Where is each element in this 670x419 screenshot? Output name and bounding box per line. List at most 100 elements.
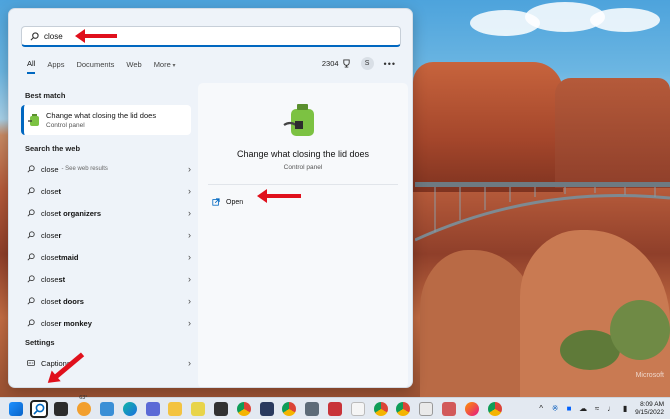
- web-result-prefix: close: [41, 208, 59, 218]
- web-result-completion: st: [58, 274, 66, 284]
- web-result-completion: t organizers: [58, 208, 102, 218]
- annotation-arrow-search: [75, 29, 117, 43]
- search-panel: All Apps Documents Web More 2304 S ••• B…: [8, 8, 413, 388]
- chrome-app-icon-2[interactable]: [396, 401, 411, 416]
- edge-browser-icon[interactable]: [122, 401, 137, 416]
- volume-icon[interactable]: ♩: [607, 405, 615, 413]
- search-icon: [27, 253, 35, 261]
- chevron-up-icon[interactable]: ^: [537, 405, 545, 413]
- store-icon[interactable]: [145, 401, 160, 416]
- chrome-browser-icon[interactable]: [236, 401, 251, 416]
- best-match-result[interactable]: Change what closing the lid does Control…: [21, 105, 191, 135]
- taskbar-search-icon[interactable]: [29, 399, 48, 418]
- chevron-right-icon: ›: [188, 358, 191, 368]
- battery-plug-large-icon: [283, 104, 314, 136]
- results-list: Best match Change what closing the lid d…: [21, 87, 201, 374]
- bluetooth-icon[interactable]: ※: [551, 405, 559, 413]
- calculator-icon[interactable]: [305, 401, 320, 416]
- more-options-icon[interactable]: •••: [384, 59, 396, 69]
- rewards-points[interactable]: 2304: [322, 59, 351, 68]
- snipping-tool-icon[interactable]: [419, 401, 434, 416]
- windows-start-icon[interactable]: [8, 401, 23, 416]
- tab-apps[interactable]: Apps: [47, 60, 64, 73]
- web-result-text: closer: [41, 231, 61, 240]
- chrome-app-icon-3[interactable]: [487, 401, 502, 416]
- search-icon: [27, 275, 35, 283]
- photos-app-icon[interactable]: [99, 401, 114, 416]
- detail-pane: Change what closing the lid does Control…: [198, 83, 408, 387]
- web-result-text: closer monkey: [41, 319, 92, 328]
- captions-icon: [27, 360, 35, 366]
- app-icon-dark[interactable]: [213, 401, 228, 416]
- bridge-graphic: [415, 182, 670, 242]
- best-match-heading: Best match: [25, 91, 66, 100]
- web-result-completion: t: [58, 186, 62, 196]
- chevron-right-icon: ›: [188, 164, 191, 174]
- onedrive-icon[interactable]: ☁: [579, 405, 587, 413]
- best-match-subtitle: Control panel: [46, 122, 85, 129]
- annotation-arrow-open: [257, 189, 301, 203]
- clock[interactable]: 8:09 AM 9/15/2022: [635, 401, 664, 417]
- chrome-app-icon[interactable]: [373, 401, 388, 416]
- web-result-text: closet doors: [41, 297, 84, 306]
- clock-date: 9/15/2022: [635, 409, 664, 416]
- detail-title: Change what closing the lid does: [236, 149, 370, 159]
- web-result-completion: r: [58, 230, 62, 240]
- firefox-icon[interactable]: [464, 401, 479, 416]
- web-result-item[interactable]: closet doors ›: [21, 290, 193, 312]
- web-result-item[interactable]: closet organizers ›: [21, 202, 193, 224]
- wifi-icon[interactable]: ≈: [593, 405, 601, 413]
- tab-documents[interactable]: Documents: [76, 60, 114, 73]
- weather-icon[interactable]: 63°: [77, 395, 92, 416]
- chrome-profile-icon[interactable]: [282, 401, 297, 416]
- search-icon: [27, 231, 35, 239]
- web-result-item[interactable]: closet ›: [21, 180, 193, 202]
- web-result-item[interactable]: closest ›: [21, 268, 193, 290]
- web-result-prefix: close: [41, 318, 59, 328]
- settings-heading: Settings: [25, 338, 55, 347]
- web-result-text: close: [41, 165, 59, 174]
- file-explorer-icon[interactable]: [168, 401, 183, 416]
- chevron-right-icon: ›: [188, 318, 191, 328]
- divider: [208, 184, 398, 185]
- web-result-item[interactable]: close - See web results ›: [21, 158, 193, 180]
- search-icon: [30, 31, 39, 40]
- web-result-completion: t doors: [58, 296, 84, 306]
- web-result-item[interactable]: closer ›: [21, 224, 193, 246]
- header-right: 2304 S •••: [322, 57, 396, 70]
- web-result-item[interactable]: closer monkey ›: [21, 312, 193, 334]
- chevron-right-icon: ›: [188, 230, 191, 240]
- paint-icon[interactable]: [441, 401, 456, 416]
- app-icon-red[interactable]: [327, 401, 342, 416]
- open-label: Open: [226, 198, 244, 206]
- settings-item-captions[interactable]: Captions ›: [21, 352, 193, 374]
- avatar[interactable]: S: [360, 57, 374, 70]
- dropbox-icon[interactable]: ■: [565, 405, 573, 413]
- chevron-right-icon: ›: [188, 252, 191, 262]
- web-result-text: closest: [41, 275, 65, 284]
- web-result-prefix: close: [41, 230, 59, 240]
- battery-plug-icon: [28, 114, 39, 126]
- filter-tabs: All Apps Documents Web More: [27, 59, 187, 74]
- battery-icon[interactable]: ▮: [621, 405, 629, 413]
- tab-all[interactable]: All: [27, 59, 36, 74]
- task-view-icon[interactable]: [54, 401, 69, 416]
- tab-more[interactable]: More: [154, 60, 176, 73]
- tab-web[interactable]: Web: [126, 60, 141, 73]
- search-icon: [27, 319, 35, 327]
- detail-subtitle: Control panel: [283, 164, 323, 171]
- web-heading: Search the web: [25, 144, 81, 153]
- web-result-text: closet organizers: [41, 209, 101, 218]
- notepad-icon[interactable]: [350, 401, 365, 416]
- chevron-right-icon: ›: [188, 296, 191, 306]
- clock-time: 8:09 AM: [640, 401, 664, 408]
- points-value: 2304: [321, 59, 339, 68]
- sticky-notes-icon[interactable]: [191, 401, 206, 416]
- app-icon-navy[interactable]: [259, 401, 274, 416]
- web-result-text: closetmaid: [41, 253, 79, 262]
- search-icon: [27, 165, 35, 173]
- web-result-prefix: close: [41, 296, 59, 306]
- web-result-completion: tmaid: [58, 252, 79, 262]
- open-button[interactable]: Open: [212, 198, 243, 206]
- web-result-item[interactable]: closetmaid ›: [21, 246, 193, 268]
